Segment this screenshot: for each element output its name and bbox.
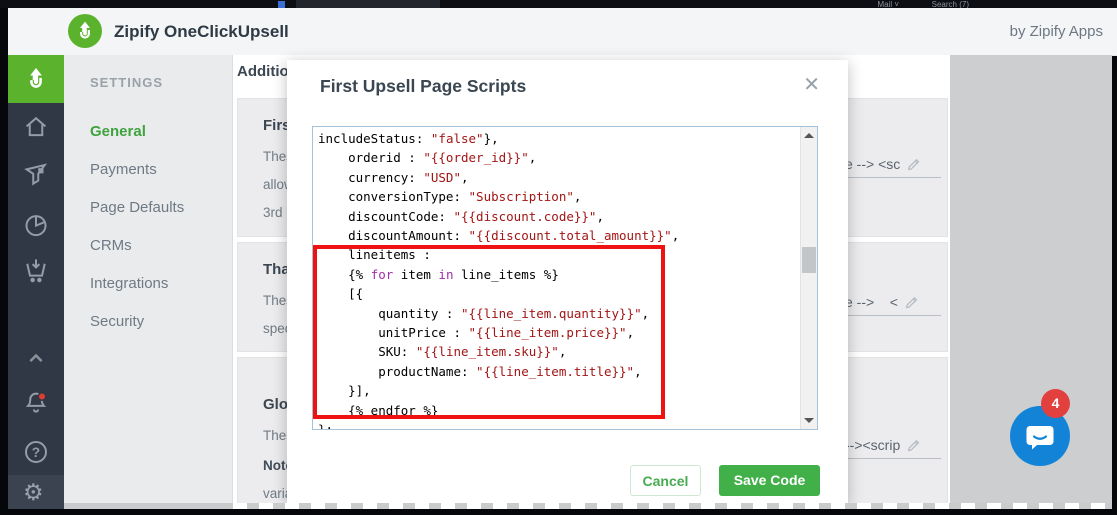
scroll-up-arrow[interactable]: [801, 127, 817, 144]
help-icon[interactable]: ?: [21, 437, 51, 467]
code-content[interactable]: includeStatus: "false"}, orderid : "{{or…: [313, 127, 800, 429]
settings-gear-tile[interactable]: ⚙: [8, 475, 64, 509]
collapse-chevron-up-icon[interactable]: [21, 343, 51, 373]
edit-pencil-icon[interactable]: [906, 437, 922, 453]
chat-unread-badge: 4: [1041, 389, 1070, 418]
browser-tab-favicon: [278, 1, 285, 8]
scroll-down-arrow[interactable]: [801, 412, 817, 429]
browser-search-label: Search (7): [931, 0, 969, 8]
sidebar-item-security[interactable]: Security: [64, 303, 233, 341]
script-edit-field[interactable]: e --> <sc: [845, 156, 941, 178]
window-bottom-edge: [0, 509, 1117, 515]
sidebar-item-general[interactable]: General: [64, 113, 233, 151]
icon-sidebar: ? ⚙: [8, 55, 64, 509]
sidebar-item-crms[interactable]: CRMs: [64, 227, 233, 265]
zipify-logo-icon: [68, 14, 102, 48]
edit-pencil-icon[interactable]: [906, 156, 922, 172]
script-snippet: e --> <: [845, 294, 898, 310]
home-icon[interactable]: [21, 112, 51, 142]
scrollbar[interactable]: [800, 127, 817, 429]
save-code-button[interactable]: Save Code: [719, 465, 820, 496]
close-icon[interactable]: ✕: [803, 72, 820, 98]
script-snippet: e --> <sc: [845, 156, 901, 172]
app-window: Mail ˅ Search (7) Zipify OneClickUpsell …: [0, 0, 1117, 515]
script-edit-field[interactable]: e --> <: [845, 294, 941, 316]
orders-cart-icon[interactable]: [21, 255, 51, 285]
svg-text:?: ?: [32, 445, 40, 460]
script-edit-field[interactable]: --><scrip: [845, 437, 941, 459]
script-code-editor[interactable]: includeStatus: "false"}, orderid : "{{or…: [312, 126, 818, 430]
browser-top-strip: Mail ˅ Search (7): [0, 0, 1117, 8]
settings-nav-panel: SETTINGS General Payments Page Defaults CRM…: [64, 55, 233, 509]
app-title: Zipify OneClickUpsell: [114, 22, 289, 41]
first-upsell-scripts-modal: First Upsell Page Scripts ✕ includeStatu…: [287, 60, 848, 503]
page-heading: Additio: [237, 63, 289, 80]
cancel-button[interactable]: Cancel: [630, 465, 701, 496]
analytics-pie-icon[interactable]: [21, 210, 51, 240]
sidebar-item-integrations[interactable]: Integrations: [64, 265, 233, 303]
messenger-chat-icon: [1026, 426, 1054, 450]
scrollbar-thumb[interactable]: [802, 247, 816, 273]
settings-nav-list: General Payments Page Defaults CRMs Integrat…: [64, 113, 233, 341]
sidebar-item-page-defaults[interactable]: Page Defaults: [64, 189, 233, 227]
funnels-icon[interactable]: [21, 160, 51, 190]
modal-title: First Upsell Page Scripts: [320, 76, 527, 96]
zipify-home-tile[interactable]: [8, 55, 64, 103]
script-snippet: --><scrip: [845, 437, 901, 453]
settings-nav-heading: SETTINGS: [90, 75, 164, 90]
browser-mail-label: Mail ˅: [877, 0, 899, 8]
app-header: Zipify OneClickUpsell by Zipify Apps: [8, 8, 1117, 56]
sidebar-item-payments[interactable]: Payments: [64, 151, 233, 189]
browser-tab: [296, 0, 440, 8]
app-byline: by Zipify Apps: [1009, 23, 1103, 40]
notifications-bell-icon[interactable]: [21, 388, 51, 418]
settings-gear-icon: ⚙: [23, 479, 44, 505]
edit-pencil-icon[interactable]: [904, 294, 920, 310]
